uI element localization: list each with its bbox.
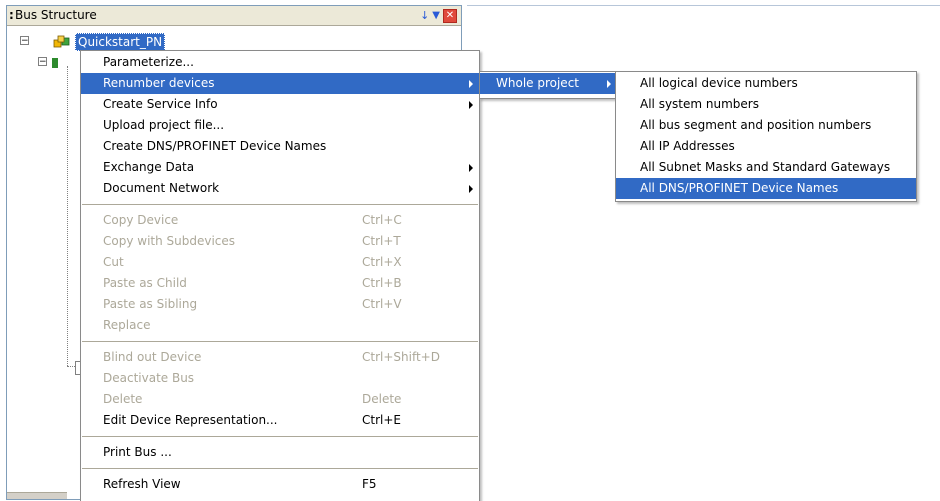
horizontal-scrollbar[interactable]	[7, 492, 67, 499]
submenu-arrow-icon	[469, 80, 473, 88]
menu-separator	[82, 436, 478, 437]
menu-item-refresh-view[interactable]: Refresh View F5	[81, 474, 479, 495]
panel-title-bar: : Bus Structure ↓ ▼ ✕	[7, 6, 461, 26]
dropdown-icon[interactable]: ▼	[432, 8, 440, 23]
menu-item-all-logical-device-numbers[interactable]: All logical device numbers	[616, 73, 916, 94]
menu-item-create-dns-names[interactable]: Create DNS/PROFINET Device Names	[81, 136, 479, 157]
submenu-arrow-icon	[469, 101, 473, 109]
menu-item-whole-project[interactable]: Whole project	[480, 73, 619, 94]
menu-item-all-ip-addresses[interactable]: All IP Addresses	[616, 136, 916, 157]
menu-item-blind-out-device[interactable]: Blind out Device Ctrl+Shift+D	[81, 347, 479, 368]
whole-project-submenu: All logical device numbers All system nu…	[615, 71, 917, 202]
collapse-root-icon[interactable]: −	[20, 36, 29, 46]
tree-root-label[interactable]: Quickstart_PN	[75, 33, 166, 51]
menu-item-replace[interactable]: Replace	[81, 315, 479, 336]
menu-item-copy-with-subdevices[interactable]: Copy with Subdevices Ctrl+T	[81, 231, 479, 252]
menu-item-cut[interactable]: Cut Ctrl+X	[81, 252, 479, 273]
menu-item-exchange-data[interactable]: Exchange Data	[81, 157, 479, 178]
menu-item-paste-as-sibling[interactable]: Paste as Sibling Ctrl+V	[81, 294, 479, 315]
submenu-arrow-icon	[469, 185, 473, 193]
menu-separator	[82, 341, 478, 342]
panel-title: Bus Structure	[15, 8, 97, 22]
submenu-arrow-icon	[607, 80, 611, 88]
menu-item-deactivate-bus[interactable]: Deactivate Bus	[81, 368, 479, 389]
menu-item-document-network[interactable]: Document Network	[81, 178, 479, 199]
submenu-arrow-icon	[469, 164, 473, 172]
menu-separator	[82, 204, 478, 205]
renumber-submenu: Whole project	[479, 71, 620, 99]
menu-item-all-subnet-masks[interactable]: All Subnet Masks and Standard Gateways	[616, 157, 916, 178]
menu-item-upload-project-file[interactable]: Upload project file...	[81, 115, 479, 136]
menu-item-print-bus[interactable]: Print Bus ...	[81, 442, 479, 463]
menu-item-create-service-info[interactable]: Create Service Info	[81, 94, 479, 115]
collapse-child-icon[interactable]: −	[38, 57, 47, 67]
context-menu: Parameterize... Renumber devices Create …	[80, 50, 480, 501]
menu-item-edit-device-representation[interactable]: Edit Device Representation... Ctrl+E	[81, 410, 479, 431]
menu-item-delete[interactable]: Delete Delete	[81, 389, 479, 410]
close-icon[interactable]: ✕	[443, 8, 457, 23]
menu-item-paste-as-child[interactable]: Paste as Child Ctrl+B	[81, 273, 479, 294]
tree-line	[67, 66, 68, 366]
menu-item-parameterize[interactable]: Parameterize...	[81, 52, 479, 73]
grip-icon[interactable]: :	[9, 6, 14, 25]
pin-icon[interactable]: ↓	[420, 8, 429, 23]
top-divider	[467, 5, 940, 6]
menu-item-all-bus-segment-numbers[interactable]: All bus segment and position numbers	[616, 115, 916, 136]
project-icon	[53, 35, 70, 48]
menu-item-copy-device[interactable]: Copy Device Ctrl+C	[81, 210, 479, 231]
menu-item-renumber-devices[interactable]: Renumber devices	[81, 73, 479, 94]
menu-item-all-dns-profinet-names[interactable]: All DNS/PROFINET Device Names	[616, 178, 916, 199]
device-icon	[52, 58, 58, 68]
menu-item-all-system-numbers[interactable]: All system numbers	[616, 94, 916, 115]
menu-separator	[82, 468, 478, 469]
